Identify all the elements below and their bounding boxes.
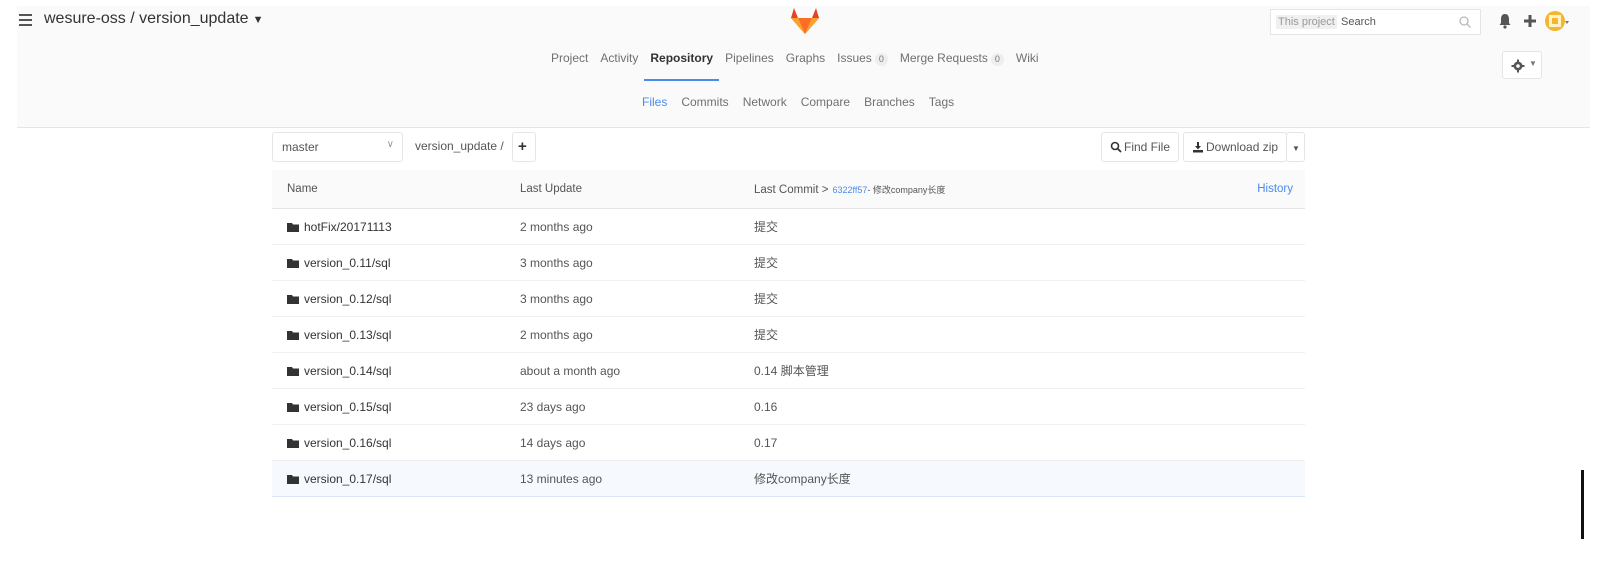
folder-icon	[287, 258, 299, 268]
search-icon	[1459, 16, 1471, 28]
issues-count-badge: 0	[874, 53, 888, 66]
last-update-cell: 3 months ago	[520, 244, 754, 281]
user-avatar[interactable]	[1544, 9, 1570, 33]
gitlab-logo[interactable]	[787, 6, 823, 38]
nav-graphs[interactable]: Graphs	[780, 42, 831, 87]
search-input[interactable]	[1341, 13, 1451, 31]
commit-message-cell: 提交	[754, 280, 1154, 317]
branch-name: master	[282, 140, 319, 154]
commit-message-cell: 提交	[754, 244, 1154, 281]
folder-name-link[interactable]: version_0.12/sql	[304, 292, 391, 306]
notification-bell-icon[interactable]	[1496, 12, 1514, 30]
table-row[interactable]: version_0.17/sql 13 minutes ago 修改compan…	[272, 460, 1305, 497]
table-row[interactable]: version_0.13/sql 2 months ago 提交	[272, 316, 1305, 353]
commit-message-cell: 0.16	[754, 388, 1154, 425]
commit-message-cell: 提交	[754, 316, 1154, 353]
subnav-tags[interactable]: Tags	[922, 87, 961, 127]
project-nav: Project Activity Repository Pipelines Gr…	[17, 42, 1590, 88]
column-header-last-update: Last Update	[520, 170, 754, 209]
history-link[interactable]: History	[1154, 170, 1305, 209]
folder-icon	[287, 366, 299, 376]
app-window: wesure-oss / version_update ▼ This projec…	[17, 6, 1590, 518]
plus-icon[interactable]	[1521, 12, 1539, 30]
download-options-dropdown[interactable]: ▼	[1286, 132, 1305, 162]
folder-name-link[interactable]: version_0.14/sql	[304, 364, 391, 378]
add-file-button[interactable]: +	[512, 132, 536, 162]
last-update-cell: 2 months ago	[520, 316, 754, 353]
table-header-row: Name Last Update Last Commit >6322ff57- …	[272, 170, 1305, 209]
menu-icon[interactable]	[19, 14, 32, 26]
table-row[interactable]: version_0.14/sql about a month ago 0.14 …	[272, 352, 1305, 389]
subnav-compare[interactable]: Compare	[794, 87, 857, 127]
caret-down-icon: ▼	[1292, 144, 1300, 153]
folder-icon	[287, 294, 299, 304]
chevron-down-icon: ▼	[252, 14, 264, 26]
table-row[interactable]: version_0.12/sql 3 months ago 提交	[272, 280, 1305, 317]
nav-issues[interactable]: Issues 0	[831, 42, 894, 87]
column-header-name: Name	[272, 170, 520, 209]
folder-icon	[287, 222, 299, 232]
table-row[interactable]: version_0.11/sql 3 months ago 提交	[272, 244, 1305, 281]
folder-name-link[interactable]: hotFix/20171113	[304, 220, 392, 234]
nav-wiki[interactable]: Wiki	[1010, 42, 1045, 87]
nav-pipelines[interactable]: Pipelines	[719, 42, 780, 87]
file-table: Name Last Update Last Commit >6322ff57- …	[272, 170, 1305, 497]
download-zip-button[interactable]: Download zip	[1183, 132, 1288, 162]
folder-name-link[interactable]: version_0.16/sql	[304, 436, 391, 450]
table-row[interactable]: hotFix/20171113 2 months ago 提交	[272, 208, 1305, 245]
breadcrumb-path: version_update /	[415, 139, 504, 153]
folder-icon	[287, 438, 299, 448]
subnav-network[interactable]: Network	[736, 87, 794, 127]
subnav-branches[interactable]: Branches	[857, 87, 922, 127]
search-scope-label: This project	[1276, 15, 1337, 29]
commit-message-cell: 提交	[754, 208, 1154, 245]
project-path: wesure-oss / version_update	[44, 10, 249, 27]
top-header: wesure-oss / version_update ▼ This projec…	[17, 6, 1590, 42]
table-row[interactable]: version_0.16/sql 14 days ago 0.17	[272, 424, 1305, 461]
project-title[interactable]: wesure-oss / version_update ▼	[44, 10, 263, 28]
last-commit-message: - 修改company长度	[867, 184, 946, 195]
subnav-files[interactable]: Files	[635, 87, 674, 127]
caret-down-icon: ▼	[1529, 59, 1537, 68]
last-update-cell: 3 months ago	[520, 280, 754, 317]
nav-repository[interactable]: Repository	[644, 42, 719, 87]
commit-hash-link[interactable]: 6322ff57	[832, 185, 867, 195]
search-icon	[1110, 141, 1122, 153]
repository-subnav: Files Commits Network Compare Branches T…	[17, 87, 1590, 128]
folder-icon	[287, 402, 299, 412]
folder-name-link[interactable]: version_0.15/sql	[304, 400, 391, 414]
search-field[interactable]: This project	[1270, 9, 1481, 35]
nav-project[interactable]: Project	[545, 42, 594, 87]
last-update-cell: about a month ago	[520, 352, 754, 389]
folder-icon	[287, 330, 299, 340]
commit-message-cell: 修改company长度	[754, 460, 1154, 497]
last-update-cell: 23 days ago	[520, 388, 754, 425]
find-file-button[interactable]: Find File	[1101, 132, 1180, 162]
download-icon	[1193, 142, 1203, 153]
last-update-cell: 2 months ago	[520, 208, 754, 245]
subnav-commits[interactable]: Commits	[674, 87, 735, 127]
last-update-cell: 13 minutes ago	[520, 460, 754, 497]
table-row[interactable]: version_0.15/sql 23 days ago 0.16	[272, 388, 1305, 425]
commit-message-cell: 0.17	[754, 424, 1154, 461]
chevron-down-icon: ∨	[386, 139, 394, 150]
text-cursor-bar	[1581, 470, 1584, 539]
repo-toolbar: master ∨ version_update / + Find File Do…	[272, 132, 1305, 166]
last-update-cell: 14 days ago	[520, 424, 754, 461]
gear-icon	[1511, 59, 1525, 73]
folder-name-link[interactable]: version_0.13/sql	[304, 328, 391, 342]
plus-icon: +	[518, 138, 527, 155]
merge-requests-count-badge: 0	[990, 53, 1004, 66]
folder-name-link[interactable]: version_0.11/sql	[304, 256, 391, 270]
branch-select[interactable]: master ∨	[272, 132, 403, 162]
folder-icon	[287, 474, 299, 484]
nav-activity[interactable]: Activity	[594, 42, 644, 87]
column-header-last-commit: Last Commit >6322ff57- 修改company长度	[754, 170, 1154, 209]
folder-name-link[interactable]: version_0.17/sql	[304, 472, 391, 486]
commit-message-cell: 0.14 脚本管理	[754, 352, 1154, 389]
settings-button[interactable]: ▼	[1502, 51, 1542, 79]
nav-merge-requests[interactable]: Merge Requests 0	[894, 42, 1010, 87]
